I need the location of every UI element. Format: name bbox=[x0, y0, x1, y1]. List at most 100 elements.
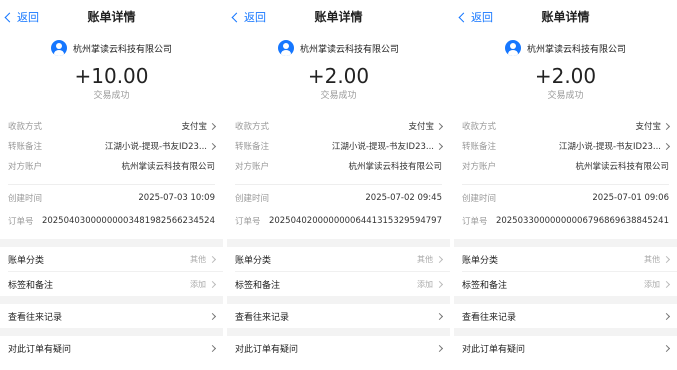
order-question-row[interactable]: 对此订单有疑问 bbox=[227, 336, 450, 360]
tag-remark-label: 标签和备注 bbox=[235, 280, 281, 291]
chevron-right-icon bbox=[662, 122, 671, 130]
tag-remark-row[interactable]: 标签和备注 添加 bbox=[454, 272, 677, 296]
counterparty-row: 对方账户 杭州掌读云科技有限公司 bbox=[227, 156, 450, 176]
merchant-avatar-icon bbox=[50, 40, 67, 56]
remark-label: 转账备注 bbox=[235, 142, 270, 152]
section-separator bbox=[454, 328, 677, 336]
section-separator bbox=[454, 296, 677, 304]
tag-remark-label: 标签和备注 bbox=[462, 280, 508, 291]
order-question-label: 对此订单有疑问 bbox=[462, 344, 526, 355]
counterparty-label: 对方账户 bbox=[462, 162, 497, 172]
merchant-avatar-icon bbox=[504, 40, 521, 56]
created-time-value: 2025-07-02 09:45 bbox=[365, 193, 442, 203]
chevron-right-icon bbox=[662, 255, 671, 263]
created-time-label: 创建时间 bbox=[8, 194, 43, 204]
created-time-value: 2025-07-03 10:09 bbox=[138, 193, 215, 203]
section-separator bbox=[0, 328, 223, 336]
payment-method-value: 支付宝 bbox=[408, 122, 434, 132]
chevron-right-icon bbox=[208, 312, 217, 320]
chevron-right-icon bbox=[208, 255, 217, 263]
payment-method-label: 收款方式 bbox=[235, 122, 270, 132]
remark-label: 转账备注 bbox=[462, 142, 497, 152]
counterparty-row: 对方账户 杭州掌读云科技有限公司 bbox=[454, 156, 677, 176]
payment-method-row[interactable]: 收款方式 支付宝 bbox=[0, 116, 223, 136]
merchant-name: 杭州掌读云科技有限公司 bbox=[526, 44, 626, 55]
remark-value: 江湖小说-提现-书友ID23... bbox=[331, 142, 434, 152]
bill-detail-panel-1: 返回 账单详情 杭州掌读云科技有限公司 +10.00 交易成功 收款方式 支付宝… bbox=[0, 0, 223, 370]
chevron-right-icon bbox=[435, 280, 444, 288]
created-time-label: 创建时间 bbox=[235, 194, 270, 204]
bill-category-label: 账单分类 bbox=[8, 255, 45, 266]
transaction-status: 交易成功 bbox=[320, 91, 357, 101]
bill-category-label: 账单分类 bbox=[462, 255, 499, 266]
chevron-right-icon bbox=[208, 122, 217, 130]
order-number-value[interactable]: 20250403000000003481982566234524 bbox=[42, 216, 215, 226]
chevron-right-icon bbox=[208, 280, 217, 288]
bill-category-value: 其他 bbox=[190, 254, 206, 264]
order-number-value[interactable]: 20250402000000006441315329594797 bbox=[269, 216, 442, 226]
tag-remark-value: 添加 bbox=[190, 279, 206, 289]
bill-category-label: 账单分类 bbox=[235, 255, 272, 266]
counterparty-value: 杭州掌读云科技有限公司 bbox=[575, 162, 669, 172]
transaction-status: 交易成功 bbox=[547, 91, 584, 101]
remark-row[interactable]: 转账备注 江湖小说-提现-书友ID23... bbox=[227, 136, 450, 156]
counterparty-label: 对方账户 bbox=[8, 162, 43, 172]
tag-remark-value: 添加 bbox=[417, 279, 433, 289]
order-number-value[interactable]: 20250330000000006796869638845241 bbox=[496, 216, 669, 226]
page-title: 账单详情 bbox=[541, 10, 590, 24]
top-bar: 返回 账单详情 bbox=[227, 0, 450, 34]
view-history-label: 查看往来记录 bbox=[462, 312, 517, 323]
merchant-header: 杭州掌读云科技有限公司 bbox=[454, 36, 677, 60]
chevron-right-icon bbox=[662, 142, 671, 150]
merchant-avatar-icon bbox=[277, 40, 294, 56]
remark-row[interactable]: 转账备注 江湖小说-提现-书友ID23... bbox=[0, 136, 223, 156]
tag-remark-value: 添加 bbox=[644, 279, 660, 289]
order-question-label: 对此订单有疑问 bbox=[8, 344, 72, 355]
counterparty-label: 对方账户 bbox=[235, 162, 270, 172]
transaction-amount: +2.00 bbox=[534, 64, 597, 88]
bill-category-value: 其他 bbox=[644, 254, 660, 264]
created-time-row: 创建时间 2025-07-02 09:45 bbox=[227, 185, 450, 211]
payment-method-value: 支付宝 bbox=[181, 122, 207, 132]
section-separator bbox=[227, 296, 450, 304]
screenshot-collage: 返回 账单详情 杭州掌读云科技有限公司 +10.00 交易成功 收款方式 支付宝… bbox=[0, 0, 677, 370]
counterparty-value: 杭州掌读云科技有限公司 bbox=[121, 162, 215, 172]
view-history-row[interactable]: 查看往来记录 bbox=[0, 304, 223, 328]
tag-remark-row[interactable]: 标签和备注 添加 bbox=[0, 272, 223, 296]
bill-category-value: 其他 bbox=[417, 254, 433, 264]
tag-remark-row[interactable]: 标签和备注 添加 bbox=[227, 272, 450, 296]
remark-row[interactable]: 转账备注 江湖小说-提现-书友ID23... bbox=[454, 136, 677, 156]
order-question-row[interactable]: 对此订单有疑问 bbox=[0, 336, 223, 360]
detail-list: 收款方式 支付宝 转账备注 江湖小说-提现-书友ID23... 对方账户 杭州掌… bbox=[227, 116, 450, 231]
bill-detail-panel-2: 返回 账单详情 杭州掌读云科技有限公司 +2.00 交易成功 收款方式 支付宝 … bbox=[227, 0, 450, 370]
payment-method-row[interactable]: 收款方式 支付宝 bbox=[227, 116, 450, 136]
chevron-right-icon bbox=[435, 344, 444, 352]
view-history-label: 查看往来记录 bbox=[8, 312, 63, 323]
page-title: 账单详情 bbox=[87, 10, 136, 24]
order-number-row[interactable]: 订单号 20250330000000006796869638845241 bbox=[454, 211, 677, 231]
detail-list: 收款方式 支付宝 转账备注 江湖小说-提现-书友ID23... 对方账户 杭州掌… bbox=[0, 116, 223, 231]
bill-detail-panel-3: 返回 账单详情 杭州掌读云科技有限公司 +2.00 交易成功 收款方式 支付宝 … bbox=[454, 0, 677, 370]
payment-method-label: 收款方式 bbox=[462, 122, 497, 132]
created-time-label: 创建时间 bbox=[462, 194, 497, 204]
merchant-header: 杭州掌读云科技有限公司 bbox=[0, 36, 223, 60]
order-number-row[interactable]: 订单号 20250403000000003481982566234524 bbox=[0, 211, 223, 231]
remark-label: 转账备注 bbox=[8, 142, 43, 152]
order-number-row[interactable]: 订单号 20250402000000006441315329594797 bbox=[227, 211, 450, 231]
detail-list: 收款方式 支付宝 转账备注 江湖小说-提现-书友ID23... 对方账户 杭州掌… bbox=[454, 116, 677, 231]
view-history-row[interactable]: 查看往来记录 bbox=[454, 304, 677, 328]
bill-category-row[interactable]: 账单分类 其他 bbox=[227, 247, 450, 271]
section-separator bbox=[227, 239, 450, 247]
created-time-value: 2025-07-01 09:06 bbox=[592, 193, 669, 203]
top-bar: 返回 账单详情 bbox=[0, 0, 223, 34]
counterparty-value: 杭州掌读云科技有限公司 bbox=[348, 162, 442, 172]
bill-category-row[interactable]: 账单分类 其他 bbox=[0, 247, 223, 271]
payment-method-row[interactable]: 收款方式 支付宝 bbox=[454, 116, 677, 136]
view-history-row[interactable]: 查看往来记录 bbox=[227, 304, 450, 328]
order-question-label: 对此订单有疑问 bbox=[235, 344, 299, 355]
created-time-row: 创建时间 2025-07-01 09:06 bbox=[454, 185, 677, 211]
bill-category-row[interactable]: 账单分类 其他 bbox=[454, 247, 677, 271]
merchant-header: 杭州掌读云科技有限公司 bbox=[227, 36, 450, 60]
chevron-right-icon bbox=[662, 280, 671, 288]
order-question-row[interactable]: 对此订单有疑问 bbox=[454, 336, 677, 360]
